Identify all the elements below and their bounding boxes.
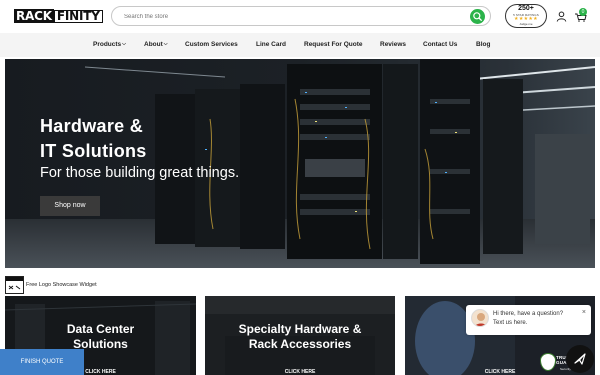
hero-banner: Hardware & IT Solutions For those buildi… [5,59,595,268]
chat-popup[interactable]: Hi there, have a question? Text us here.… [466,305,591,335]
shop-now-button[interactable]: Shop now [40,196,100,216]
nav-item-request-for-quote[interactable]: Request For Quote [304,41,363,48]
close-icon[interactable]: × [582,309,586,316]
agent-avatar [471,309,489,327]
finish-quote-button[interactable]: FINISH QUOTE [0,349,84,375]
shield-icon [540,353,556,371]
avatar-image [472,310,488,326]
card-title: Data Center Solutions [66,322,135,351]
chevron-down-icon: ⌵ [122,41,126,47]
nav-item-custom-services[interactable]: Custom Services [185,41,238,48]
logo-rack-text: RACK [14,9,54,23]
nav-item-products[interactable]: Products⌵ [93,41,126,48]
nav-item-contact-us[interactable]: Contact Us [423,41,457,48]
rackfinity-logo[interactable]: RACK FINITY [14,9,103,23]
chat-launcher-button[interactable] [566,345,594,373]
chat-message-line2: Text us here. [493,320,528,326]
search-input[interactable] [124,10,454,23]
showcase-widget-label: Free Logo Showcase Widget [26,282,97,288]
page: RACKFINITY 250+ 5 STAR RATINGS ★★★★★ Jud… [0,0,600,375]
search-bar [111,6,491,26]
card-title: Specialty Hardware & Rack Accessories [238,322,362,351]
search-icon [473,12,482,21]
nav-item-line-card[interactable]: Line Card [256,41,286,48]
main-nav: Products⌵ About⌵ Custom Services Line Ca… [0,33,600,57]
send-message-icon [574,353,586,365]
showcase-logo-icon [6,277,23,290]
logo-finity-text: FINITY [53,10,103,23]
hero-subtitle: For those building great things. [40,165,240,181]
cart-count-badge: 0 [579,8,587,16]
badge-brand: Judge.me [519,22,533,26]
nav-item-about[interactable]: About⌵ [144,41,168,48]
reviews-badge[interactable]: 250+ 5 STAR RATINGS ★★★★★ Judge.me [505,4,547,28]
search-button[interactable] [470,9,485,24]
nav-item-blog[interactable]: Blog [476,41,490,48]
badge-count: 250+ [518,5,534,12]
showcase-logo[interactable] [5,276,24,294]
user-icon[interactable] [556,11,567,22]
chat-message-line1: Hi there, have a question? [493,311,564,317]
site-header: RACKFINITY 250+ 5 STAR RATINGS ★★★★★ Jud… [0,0,600,33]
card-cta[interactable]: CLICK HERE [205,369,395,375]
card-specialty-hardware[interactable]: Specialty Hardware & Rack Accessories CL… [205,296,395,375]
hero-title: Hardware & IT Solutions [40,116,147,161]
nav-item-reviews[interactable]: Reviews [380,41,406,48]
chevron-down-icon: ⌵ [163,41,168,47]
